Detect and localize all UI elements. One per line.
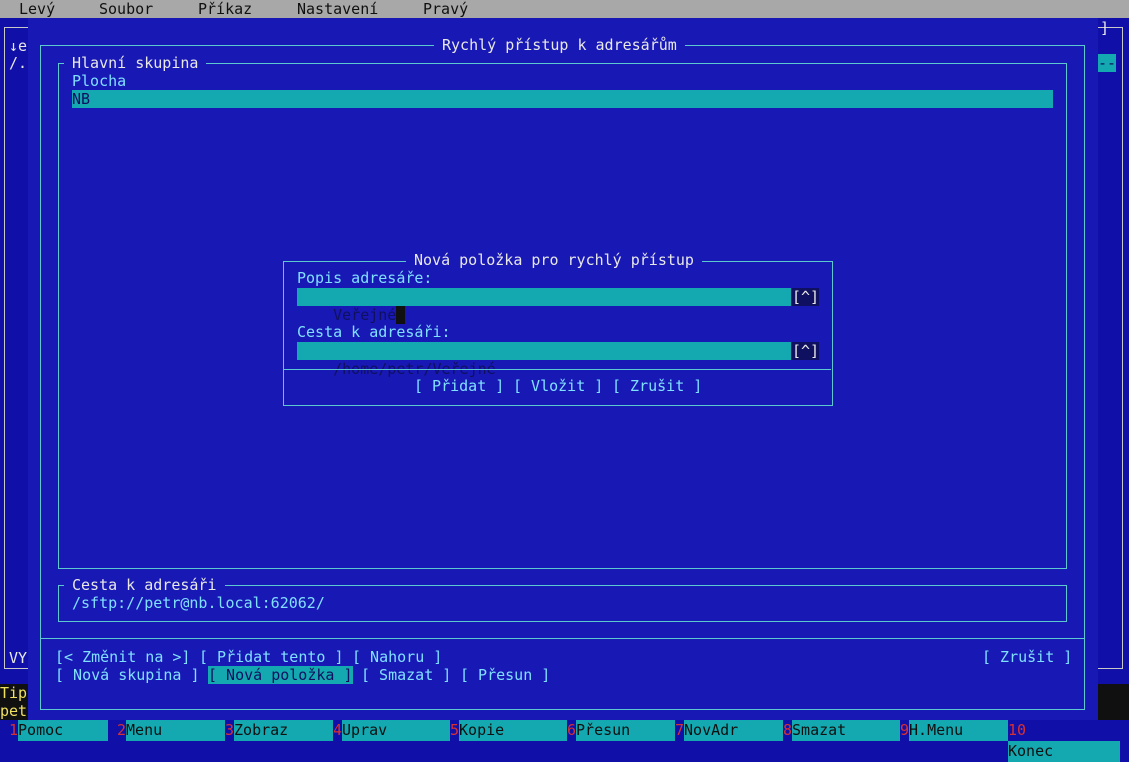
background-status: VY <box>9 649 28 667</box>
background-tip-line: Tip <box>0 684 28 702</box>
path-box-title: Cesta k adresáři <box>64 576 225 594</box>
fkey-8[interactable]: 8Smazat <box>783 720 901 741</box>
fkey-5[interactable]: 5Kopie <box>450 720 568 741</box>
insert-button[interactable]: [ Vložit ] <box>513 377 603 395</box>
background-right-corner: ] <box>1100 19 1110 37</box>
description-history-button[interactable]: [^] <box>792 288 820 306</box>
up-button[interactable]: [ Nahoru ] <box>352 648 442 666</box>
group-list-title: Hlavní skupina <box>64 54 207 72</box>
button-separator <box>41 638 1084 639</box>
path-history-button[interactable]: [^] <box>792 342 820 360</box>
fkey-9[interactable]: 9H.Menu <box>900 720 1009 741</box>
new-item-button-focused[interactable]: [ Nová položka ] <box>208 666 353 684</box>
description-value: Veřejné <box>333 306 397 324</box>
function-key-bar: 1Pomoc 2Menu 3Zobraz 4Uprav 5Kopie 6Přes… <box>0 720 1129 762</box>
background-right-marker: -- <box>1098 54 1117 72</box>
fkey-2[interactable]: 2Menu <box>117 720 226 741</box>
move-button[interactable]: [ Přesun ] <box>460 666 550 684</box>
fkey-4[interactable]: 4Uprav <box>333 720 451 741</box>
new-group-button[interactable]: [ Nová skupina ] <box>55 666 200 684</box>
description-input[interactable]: Veřejné <box>297 288 791 324</box>
list-item-nb-selected[interactable]: NB <box>72 90 1053 108</box>
path-label: Cesta k adresáři: <box>297 323 451 341</box>
subdialog-cancel-button[interactable]: [ Zrušit ] <box>612 377 702 395</box>
menu-left[interactable]: Levý <box>19 0 55 18</box>
list-item-nb-label: NB <box>72 90 91 108</box>
delete-button[interactable]: [ Smazat ] <box>361 666 451 684</box>
background-left-line2: /. <box>9 54 28 72</box>
fkey-1[interactable]: 1Pomoc <box>9 720 109 741</box>
add-this-button[interactable]: [ Přidat tento ] <box>199 648 344 666</box>
fkey-6[interactable]: 6Přesun <box>567 720 676 741</box>
description-label: Popis adresáře: <box>297 269 433 287</box>
menu-command[interactable]: Příkaz <box>198 0 252 18</box>
background-left-line1: ↓e <box>9 37 28 55</box>
fkey-10[interactable]: 10Konec <box>1008 720 1129 762</box>
new-item-dialog: Nová položka pro rychlý přístup Popis ad… <box>283 251 833 406</box>
hotlist-dialog-title: Rychlý přístup k adresářům <box>434 36 685 54</box>
cancel-button[interactable]: [ Zrušit ] <box>982 648 1072 666</box>
list-item-plocha[interactable]: Plocha <box>72 72 126 90</box>
background-pet-line: pet <box>0 702 28 720</box>
change-to-button[interactable]: [< Změnit na >] <box>55 648 190 666</box>
menu-right[interactable]: Pravý <box>423 0 468 18</box>
add-button[interactable]: [ Přidat ] <box>414 377 504 395</box>
path-box-value: /sftp://petr@nb.local:62062/ <box>72 594 325 612</box>
path-input[interactable]: /home/petr/Veřejné <box>297 342 791 378</box>
text-cursor <box>396 306 406 324</box>
background-command-area-right <box>1098 684 1129 720</box>
fkey-7[interactable]: 7NovAdr <box>675 720 784 741</box>
menu-options[interactable]: Nastavení <box>297 0 378 18</box>
menu-file[interactable]: Soubor <box>99 0 153 18</box>
new-item-dialog-title: Nová položka pro rychlý přístup <box>406 251 702 269</box>
top-menu-bar: Levý Soubor Příkaz Nastavení Pravý <box>0 0 1129 18</box>
subdialog-separator <box>284 369 831 370</box>
fkey-3[interactable]: 3Zobraz <box>225 720 334 741</box>
